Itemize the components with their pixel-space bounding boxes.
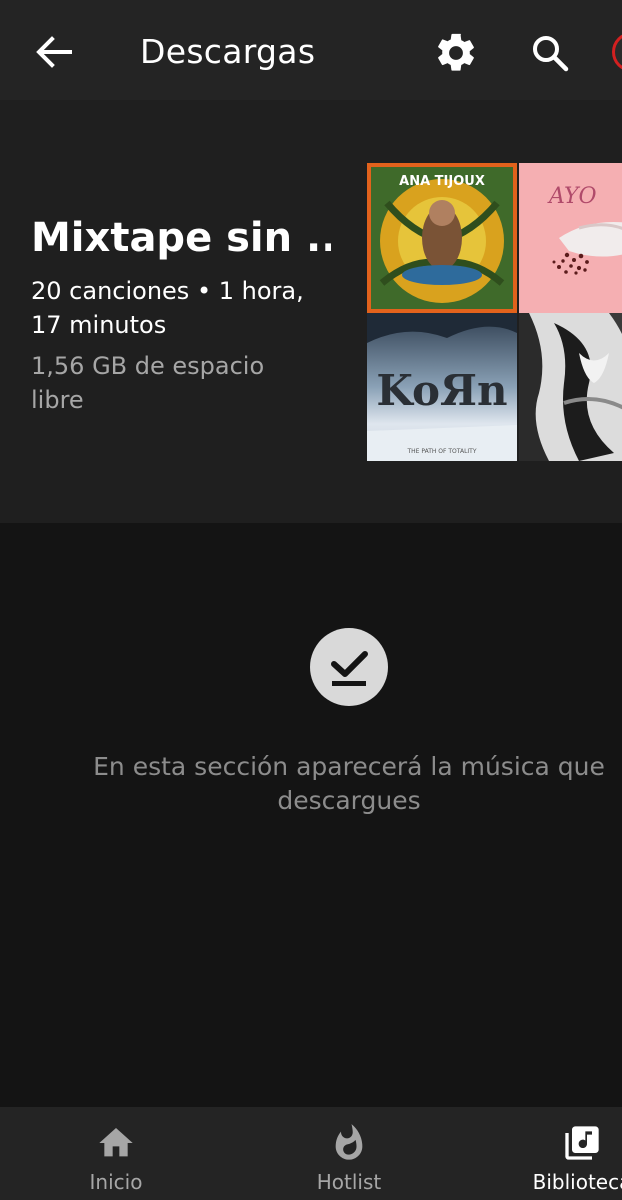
library-music-icon <box>565 1126 599 1160</box>
search-icon <box>533 36 569 72</box>
nav-label-biblioteca: Biblioteca <box>532 1170 622 1194</box>
playlist-title[interactable]: Mixtape sin ... <box>31 213 331 263</box>
cover-3-subtext: THE PATH OF TOTALITY <box>406 448 476 455</box>
flame-icon <box>335 1124 363 1160</box>
empty-state-message: En esta sección aparecerá la música que … <box>93 752 605 815</box>
album-cover-3: KoЯn THE PATH OF TOTALITY <box>367 313 517 461</box>
gear-icon <box>438 33 474 71</box>
bottom-navigation: Inicio Hotlist Biblioteca <box>0 1107 622 1200</box>
playlist-cover-collage[interactable]: ANA TIJOUX AYO KoЯn THE PATH OF TOTALITY <box>367 163 622 461</box>
download-done-icon <box>310 628 388 706</box>
nav-item-inicio[interactable]: Inicio <box>66 1107 166 1200</box>
settings-button[interactable] <box>433 30 479 76</box>
album-cover-1: ANA TIJOUX <box>367 163 517 313</box>
album-cover-4 <box>519 313 622 461</box>
home-icon <box>99 1128 133 1157</box>
page-title: Descargas <box>140 32 316 71</box>
avatar[interactable] <box>612 32 622 72</box>
download-header: Mixtape sin ... 20 canciones • 1 hora, 1… <box>0 100 622 523</box>
cover-2-text: AYO <box>547 184 597 209</box>
nav-item-biblioteca[interactable]: Biblioteca <box>530 1107 622 1200</box>
free-space-text: 1,56 GB de espacio libre <box>31 352 265 414</box>
album-cover-2: AYO <box>519 163 622 313</box>
search-button[interactable] <box>528 31 572 75</box>
back-button[interactable] <box>32 30 76 74</box>
top-app-bar: Descargas <box>0 0 622 100</box>
playlist-meta: 20 canciones • 1 hora, 17 minutos <box>31 277 304 339</box>
cover-3-text: KoЯn <box>376 366 507 415</box>
cover-1-text: ANA TIJOUX <box>399 174 485 189</box>
arrow-left-icon <box>36 36 72 68</box>
nav-label-inicio: Inicio <box>89 1170 143 1194</box>
nav-label-hotlist: Hotlist <box>316 1170 382 1194</box>
nav-item-hotlist[interactable]: Hotlist <box>299 1107 399 1200</box>
app: Descargas Mixtape sin ... 20 canciones •… <box>0 0 622 1200</box>
